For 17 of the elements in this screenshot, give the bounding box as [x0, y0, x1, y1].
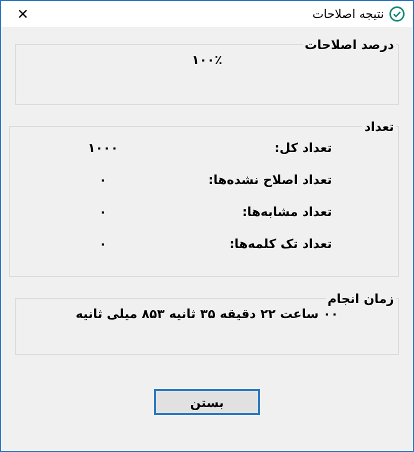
result-value: ۱۰۰٪	[190, 52, 224, 67]
count-label: تعداد مشابه‌ها:	[241, 204, 332, 219]
close-button[interactable]: ✕	[13, 6, 33, 22]
result-value: ۰۰ ساعت ۲۲ دقیقه ۳۵ ثانیه ۸۵۳ میلی ثانیه	[74, 306, 340, 321]
count-label: تعداد کل:	[274, 140, 332, 155]
count-label: تعداد اصلاح نشده‌ها:	[207, 172, 332, 187]
group-title: تعداد	[363, 119, 395, 134]
check-circle-icon	[389, 6, 405, 22]
count-value: ۰	[98, 236, 108, 251]
count-value: ۰	[98, 172, 108, 187]
group-title: زمان انجام	[326, 291, 395, 306]
group-title: درصد اصلاحات	[304, 37, 395, 52]
count-label: تعداد تک کلمه‌ها:	[228, 236, 332, 251]
count-value: ۰	[98, 204, 108, 219]
window-title: نتیجه اصلاحات	[312, 7, 384, 21]
count-value: ۱۰۰۰	[86, 140, 120, 155]
close-dialog-button[interactable]: بستن	[154, 389, 260, 415]
